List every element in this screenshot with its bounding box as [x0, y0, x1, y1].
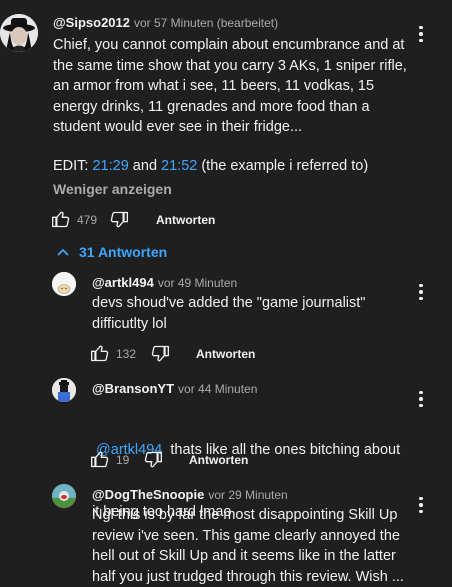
dislike-button[interactable]: [150, 344, 170, 364]
more-options-button[interactable]: [411, 493, 431, 517]
avatar-image: [0, 14, 38, 52]
like-count: 479: [77, 213, 97, 227]
comment-edit-line: EDIT: 21:29 and 21:52 (the example i ref…: [53, 156, 368, 177]
more-options-button[interactable]: [411, 387, 431, 411]
reply-timestamp[interactable]: vor 44 Minuten: [178, 382, 257, 396]
dislike-button[interactable]: [109, 210, 129, 230]
avatar[interactable]: [52, 378, 76, 402]
timestamp-link[interactable]: 21:29: [92, 158, 128, 174]
reply-line: difficutlty lol: [92, 314, 365, 335]
comment-line: energy drinks, 11 grenades and more food…: [53, 97, 413, 118]
reply-text: Ngl this is by far the most disappointin…: [92, 505, 404, 587]
avatar-image: [52, 484, 76, 508]
reply-line: review i've seen. This game clearly anno…: [92, 526, 404, 547]
thumbs-up-icon: [51, 209, 71, 229]
chevron-up-icon: [56, 245, 70, 259]
reply-author[interactable]: @DogTheSnoopie: [92, 487, 204, 502]
reply-button[interactable]: Antworten: [189, 453, 248, 467]
avatar[interactable]: [52, 272, 76, 296]
reply-header: @DogTheSnoopie vor 29 Minuten: [92, 486, 288, 504]
like-count: 19: [116, 453, 129, 467]
reply-author[interactable]: @artkl494: [92, 275, 154, 290]
comment-line: the same time show that you carry 3 AKs,…: [53, 56, 413, 77]
reply-button[interactable]: Antworten: [156, 213, 215, 227]
reply-line: devs shoud've added the "game journalist…: [92, 293, 365, 314]
thumbs-up-icon: [90, 343, 110, 363]
avatar-image: [52, 272, 76, 296]
reply-line: half you just trudged through this revie…: [92, 567, 404, 587]
like-button[interactable]: [90, 449, 110, 469]
thumbs-down-icon: [143, 450, 163, 470]
reply-line: hell out of Skill Up and it seems like i…: [92, 546, 404, 567]
thumbs-down-icon: [150, 344, 170, 364]
comment-header: @Sipso2012 vor 57 Minuten (bearbeitet): [53, 14, 278, 32]
like-button[interactable]: [51, 209, 71, 229]
replies-toggle[interactable]: 31 Antworten: [56, 244, 167, 260]
comment-line: an armor from what i see, 11 beers, 11 v…: [53, 76, 413, 97]
avatar[interactable]: [0, 14, 38, 52]
dislike-button[interactable]: [143, 450, 163, 470]
show-less-button[interactable]: Weniger anzeigen: [53, 181, 172, 197]
reply-header: @artkl494 vor 49 Minuten: [92, 274, 237, 292]
like-button[interactable]: [90, 343, 110, 363]
comment-timestamp[interactable]: vor 57 Minuten (bearbeitet): [134, 16, 278, 30]
reply-button[interactable]: Antworten: [196, 347, 255, 361]
avatar[interactable]: [52, 484, 76, 508]
comment-text: Chief, you cannot complain about encumbr…: [53, 35, 413, 138]
reply-timestamp[interactable]: vor 29 Minuten: [208, 488, 287, 502]
reply-timestamp[interactable]: vor 49 Minuten: [158, 276, 237, 290]
timestamp-link[interactable]: 21:52: [161, 158, 197, 174]
thumbs-down-icon: [109, 210, 129, 230]
reply-author[interactable]: @BransonYT: [92, 381, 174, 396]
more-options-button[interactable]: [411, 280, 431, 304]
reply-header: @BransonYT vor 44 Minuten: [92, 380, 257, 398]
avatar-image: [52, 378, 76, 402]
reply-text: devs shoud've added the "game journalist…: [92, 293, 365, 334]
thumbs-up-icon: [90, 449, 110, 469]
comment-line: student would ever see in their fridge..…: [53, 117, 413, 138]
comment-line: Chief, you cannot complain about encumbr…: [53, 35, 413, 56]
like-count: 132: [116, 347, 136, 361]
more-options-button[interactable]: [411, 22, 431, 46]
comment-author[interactable]: @Sipso2012: [53, 15, 130, 30]
reply-line: Ngl this is by far the most disappointin…: [92, 505, 404, 526]
replies-count-label: 31 Antworten: [79, 244, 167, 260]
